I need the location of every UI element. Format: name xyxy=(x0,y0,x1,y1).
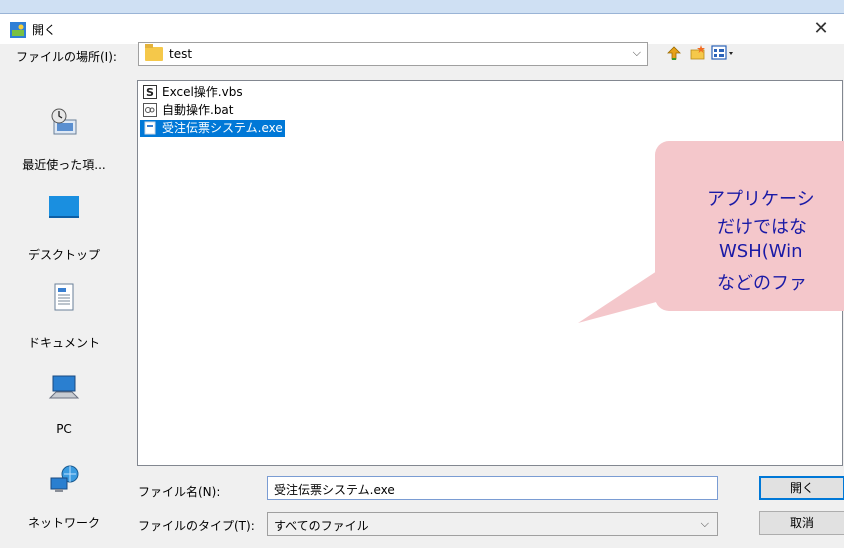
file-name: 受注伝票システム.exe xyxy=(162,121,283,135)
recent-places-icon xyxy=(51,108,77,135)
place-desktop[interactable]: デスクトップ xyxy=(0,186,128,272)
list-item[interactable]: S Excel操作.vbs xyxy=(140,84,245,101)
file-name-value: 受注伝票システム.exe xyxy=(274,483,395,497)
open-file-dialog: 開く ✕ ファイルの場所(I): test ⌵ 最近使った項... デスクトップ… xyxy=(0,13,844,548)
list-item[interactable]: 自動操作.bat xyxy=(140,102,236,119)
place-recent[interactable]: 最近使った項... xyxy=(0,100,128,186)
open-button[interactable]: 開く xyxy=(759,476,844,500)
place-pc[interactable]: PC xyxy=(0,366,128,452)
svg-text:S: S xyxy=(146,86,154,99)
folder-icon xyxy=(145,44,163,61)
file-type-value: すべてのファイル xyxy=(274,519,369,533)
look-in-combobox[interactable]: test ⌵ xyxy=(138,42,648,66)
vbs-file-icon: S xyxy=(143,85,157,99)
dialog-title: 開く xyxy=(32,23,57,37)
bat-file-icon xyxy=(143,103,157,117)
desktop-icon xyxy=(49,196,79,218)
list-item-selected[interactable]: 受注伝票システム.exe xyxy=(139,119,286,138)
file-name: 自動操作.bat xyxy=(162,103,234,117)
exe-file-icon xyxy=(144,121,156,135)
cancel-button[interactable]: 取消 xyxy=(759,511,844,535)
place-network[interactable]: ネットワーク xyxy=(0,458,128,544)
app-icon xyxy=(10,22,26,38)
new-folder-button[interactable] xyxy=(688,44,708,64)
title-bar: 開く ✕ xyxy=(0,14,844,44)
up-folder-button[interactable] xyxy=(664,44,684,64)
chevron-down-icon: ⌵ xyxy=(700,517,709,530)
documents-icon xyxy=(54,283,74,311)
file-type-label: ファイルのタイプ(T): xyxy=(138,519,255,533)
places-bar: 最近使った項... デスクトップ ドキュメント PC ネットワーク xyxy=(0,80,128,536)
look-in-label: ファイルの場所(I): xyxy=(16,50,117,64)
callout-line: WSH(Win xyxy=(719,241,803,262)
pc-icon xyxy=(48,375,80,399)
file-name-input[interactable]: 受注伝票システム.exe xyxy=(267,476,718,500)
place-label-pc: PC xyxy=(56,422,72,436)
view-menu-icon xyxy=(711,45,733,60)
annotation-callout: アプリケーシ だけではな WSH(Win などのファ xyxy=(655,141,844,311)
new-folder-icon xyxy=(690,45,705,60)
place-documents[interactable]: ドキュメント xyxy=(0,276,128,362)
file-name-label: ファイル名(N): xyxy=(138,485,221,499)
place-label-network: ネットワーク xyxy=(27,516,100,530)
place-label-documents: ドキュメント xyxy=(27,336,100,350)
chevron-down-icon: ⌵ xyxy=(632,46,641,59)
callout-line: アプリケーシ xyxy=(707,189,815,210)
up-folder-icon xyxy=(667,46,681,60)
callout-line: などのファ xyxy=(717,273,807,294)
view-menu-button[interactable] xyxy=(710,44,736,64)
place-label-recent: 最近使った項... xyxy=(22,158,106,172)
close-button[interactable]: ✕ xyxy=(798,14,844,44)
file-type-select[interactable]: すべてのファイル ⌵ xyxy=(267,512,718,536)
place-label-desktop: デスクトップ xyxy=(27,248,100,262)
callout-line: だけではな xyxy=(717,217,807,238)
look-in-value: test xyxy=(169,47,193,61)
file-name: Excel操作.vbs xyxy=(162,85,243,99)
network-icon xyxy=(50,465,79,492)
